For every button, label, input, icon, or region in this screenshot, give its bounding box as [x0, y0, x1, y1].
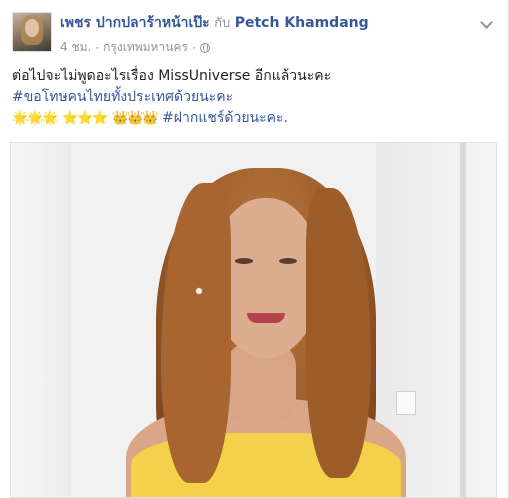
with-label: กับ	[214, 16, 231, 31]
hashtag-share[interactable]: #ฝากแชร์ด้วยนะคะ.	[162, 110, 288, 126]
left-eye	[235, 258, 253, 264]
background-wall-left	[11, 143, 71, 497]
author-avatar[interactable]	[12, 12, 52, 52]
author-line: เพชร ปากปลาร้าหน้าเป๊ะ กับ Petch Khamdan…	[60, 14, 369, 33]
crown-emoji-icon: 👑👑👑	[112, 111, 159, 126]
tagged-user-link[interactable]: Petch Khamdang	[235, 15, 369, 31]
post-location[interactable]: กรุงเทพมหานคร	[103, 38, 188, 57]
post-text: ต่อไปจะไม่พูดอะไรเรื่อง MissUniverse อีก…	[12, 66, 496, 129]
globe-icon[interactable]	[199, 42, 210, 53]
earring	[196, 288, 202, 294]
right-eye	[279, 258, 297, 264]
hashtag-apology[interactable]: #ขอโทษคนไทยทั้งประเทศด้วยนะคะ	[12, 89, 233, 105]
meta-separator-2: ·	[191, 40, 196, 55]
background-door-frame	[460, 143, 466, 497]
light-switch	[396, 391, 416, 415]
post-card: เพชร ปากปลาร้าหน้าเป๊ะ กับ Petch Khamdan…	[0, 0, 509, 498]
meta-separator: ·	[95, 40, 100, 55]
post-header: เพชร ปากปลาร้าหน้าเป๊ะ กับ Petch Khamdan…	[12, 12, 496, 56]
hair-front-right	[306, 188, 371, 478]
post-video[interactable]	[10, 142, 497, 498]
mouth	[247, 313, 285, 323]
sun-emoji-icon: 🌟🌟🌟	[12, 111, 59, 126]
post-timestamp[interactable]: 4 ชม.	[60, 38, 91, 57]
star-emoji-icon: ⭐⭐⭐	[62, 111, 109, 126]
author-name-link[interactable]: เพชร ปากปลาร้าหน้าเป๊ะ	[60, 15, 210, 31]
post-line-1: ต่อไปจะไม่พูดอะไรเรื่อง MissUniverse อีก…	[12, 68, 332, 84]
chevron-down-icon[interactable]	[478, 16, 494, 32]
post-line-3: 🌟🌟🌟 ⭐⭐⭐ 👑👑👑 #ฝากแชร์ด้วยนะคะ.	[12, 108, 496, 129]
hair-front-left	[161, 183, 231, 483]
post-meta: 4 ชม. · กรุงเทพมหานคร ·	[60, 38, 210, 57]
avatar-face	[25, 19, 39, 37]
